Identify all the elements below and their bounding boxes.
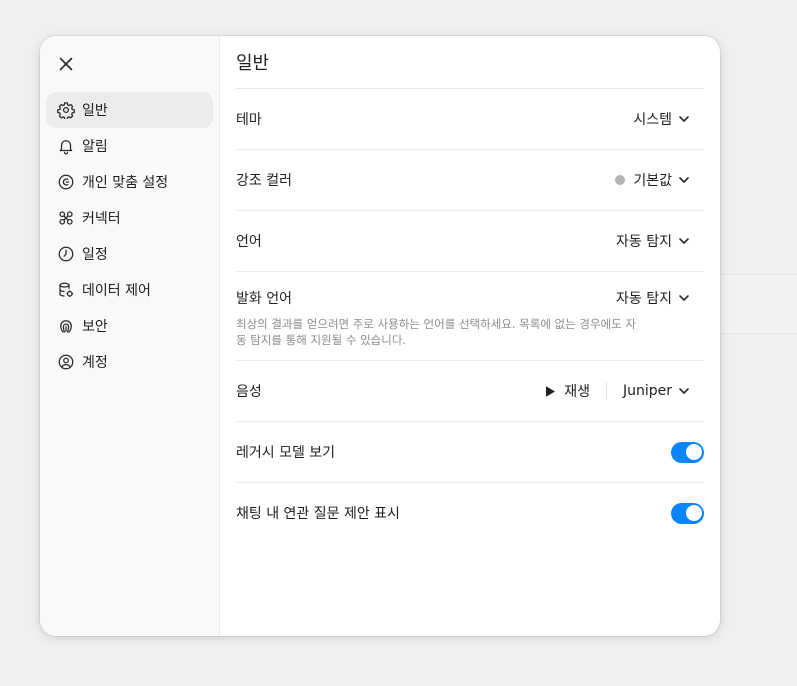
sidebar-item-notifications[interactable]: 알림 — [46, 128, 213, 164]
sidebar-item-data-controls[interactable]: 데이터 제어 — [46, 272, 213, 308]
spoken-language-dropdown[interactable]: 자동 탐지 — [608, 284, 704, 312]
setting-label: 언어 — [236, 234, 262, 250]
setting-label: 발화 언어 — [236, 291, 292, 307]
play-voice-button[interactable]: 재생 — [538, 377, 602, 405]
sidebar-item-label: 커넥터 — [82, 211, 121, 227]
voice-controls: 재생 Juniper — [538, 377, 704, 405]
setting-label: 음성 — [236, 384, 262, 400]
setting-row-legacy-models: 레거시 모델 보기 — [236, 422, 704, 483]
setting-label: 레거시 모델 보기 — [236, 445, 336, 461]
divider — [605, 382, 607, 400]
setting-description: 최상의 결과를 얻으려면 주로 사용하는 언어를 선택하세요. 목록에 없는 경… — [236, 317, 636, 347]
setting-row-language: 언어 자동 탐지 — [236, 211, 704, 272]
bell-icon — [56, 136, 76, 156]
sidebar-item-label: 계정 — [82, 355, 108, 371]
chevron-down-icon — [679, 116, 689, 122]
play-label: 재생 — [564, 384, 590, 400]
close-icon — [59, 57, 73, 71]
chevron-down-icon — [679, 295, 689, 301]
settings-content: 일반 테마 시스템 강조 컬러 기본값 언어 자동 탐지 발화 언어 자동 탐지… — [220, 36, 720, 636]
background-panel-edge — [720, 274, 797, 334]
sidebar-item-label: 알림 — [82, 139, 108, 155]
settings-sidebar: 일반 알림 개인 맞춤 설정 커넥터 일정 데이터 제어 보안 계정 — [40, 36, 220, 636]
security-icon — [56, 316, 76, 336]
setting-label: 채팅 내 연관 질문 제안 표시 — [236, 506, 400, 522]
setting-row-theme: 테마 시스템 — [236, 89, 704, 150]
language-dropdown[interactable]: 자동 탐지 — [608, 227, 704, 255]
accent-color-dropdown[interactable]: 기본값 — [607, 166, 704, 194]
setting-row-related-questions: 채팅 내 연관 질문 제안 표시 — [236, 483, 704, 543]
connector-icon — [56, 208, 76, 228]
clock-icon — [56, 244, 76, 264]
sidebar-item-schedule[interactable]: 일정 — [46, 236, 213, 272]
page-title: 일반 — [236, 36, 704, 89]
sidebar-item-label: 데이터 제어 — [82, 283, 151, 299]
related-questions-toggle[interactable] — [671, 502, 704, 524]
toggle-knob — [685, 444, 702, 460]
voice-dropdown[interactable]: Juniper — [615, 379, 704, 403]
chevron-down-icon — [679, 388, 689, 394]
legacy-models-toggle[interactable] — [671, 441, 704, 463]
dropdown-value: 자동 탐지 — [616, 291, 672, 307]
sidebar-item-label: 일정 — [82, 247, 108, 263]
sidebar-item-connectors[interactable]: 커넥터 — [46, 200, 213, 236]
setting-label: 테마 — [236, 112, 262, 128]
dropdown-value: 자동 탐지 — [616, 234, 672, 250]
account-icon — [56, 352, 76, 372]
play-icon — [546, 385, 556, 397]
database-icon — [56, 280, 76, 300]
dropdown-value: 시스템 — [633, 112, 672, 128]
setting-row-voice: 음성 재생 Juniper — [236, 361, 704, 422]
sidebar-item-personalization[interactable]: 개인 맞춤 설정 — [46, 164, 213, 200]
gear-icon — [56, 100, 76, 120]
dropdown-value: Juniper — [622, 383, 672, 399]
personalize-icon — [56, 172, 76, 192]
theme-dropdown[interactable]: 시스템 — [625, 105, 704, 133]
sidebar-item-label: 보안 — [82, 319, 108, 335]
sidebar-item-account[interactable]: 계정 — [46, 344, 213, 380]
settings-dialog: 일반 알림 개인 맞춤 설정 커넥터 일정 데이터 제어 보안 계정 일반 테마… — [40, 36, 720, 636]
settings-nav: 일반 알림 개인 맞춤 설정 커넥터 일정 데이터 제어 보안 계정 — [46, 92, 213, 380]
sidebar-item-label: 개인 맞춤 설정 — [82, 175, 169, 191]
setting-row-spoken-language: 발화 언어 자동 탐지 최상의 결과를 얻으려면 주로 사용하는 언어를 선택하… — [236, 272, 704, 361]
dropdown-value: 기본값 — [633, 173, 672, 189]
setting-label: 강조 컬러 — [236, 173, 292, 189]
close-button[interactable] — [54, 52, 78, 76]
sidebar-item-label: 일반 — [82, 103, 108, 119]
accent-color-swatch — [615, 175, 626, 185]
chevron-down-icon — [679, 177, 689, 183]
chevron-down-icon — [679, 238, 689, 244]
sidebar-item-security[interactable]: 보안 — [46, 308, 213, 344]
sidebar-item-general[interactable]: 일반 — [46, 92, 213, 128]
toggle-knob — [685, 505, 702, 521]
setting-row-accent-color: 강조 컬러 기본값 — [236, 150, 704, 211]
